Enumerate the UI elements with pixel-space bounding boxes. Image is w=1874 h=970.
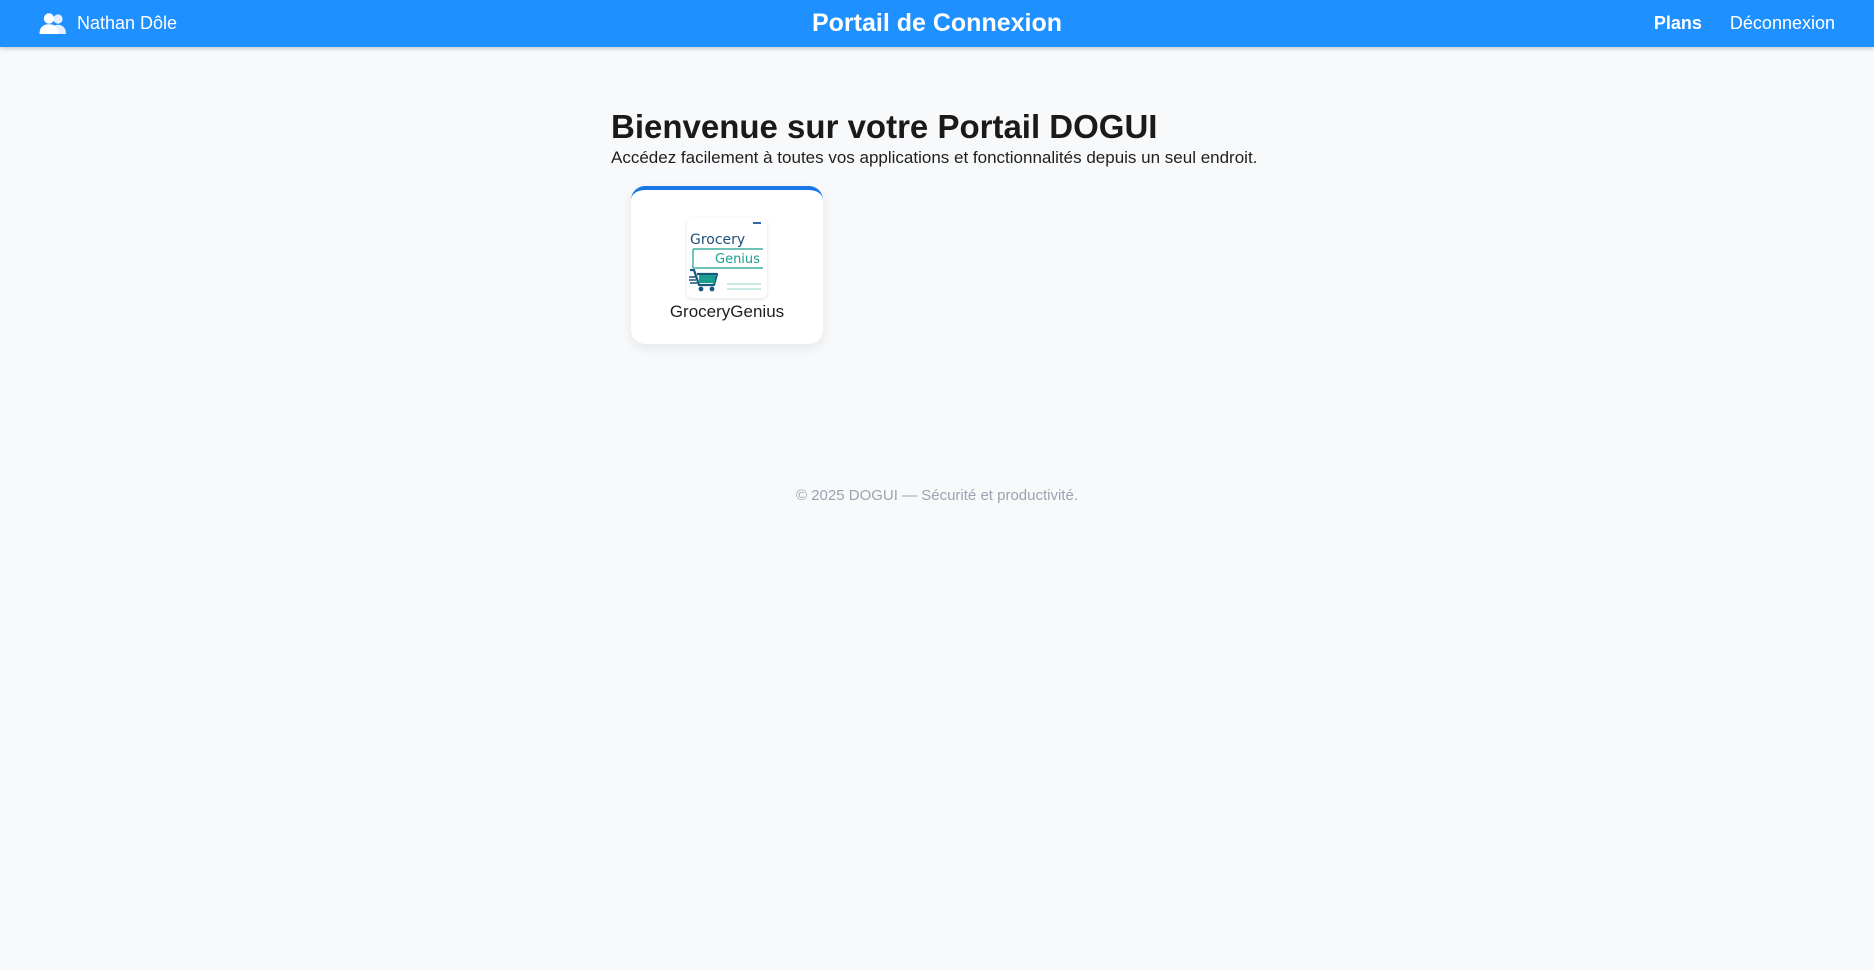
top-bar: Nathan Dôle Portail de Connexion Plans D… bbox=[0, 0, 1874, 47]
footer: © 2025 DOGUI — Sécurité et productivité. bbox=[795, 487, 1078, 504]
shopping-cart-icon: Grocery Genius bbox=[687, 218, 767, 298]
user-profile[interactable]: Nathan Dôle bbox=[39, 0, 177, 47]
logo-line1: Grocery bbox=[690, 232, 745, 248]
app-name: GroceryGenius bbox=[669, 302, 785, 321]
app-card-grocerygenius[interactable]: Grocery Genius GroceryGenius bbox=[631, 186, 823, 344]
logout-link[interactable]: Déconnexion bbox=[1730, 13, 1835, 34]
user-name: Nathan Dôle bbox=[77, 13, 178, 33]
welcome-subtitle: Accédez facilement à toutes vos applicat… bbox=[611, 148, 1258, 167]
grocerygenius-logo: Grocery Genius bbox=[687, 218, 767, 298]
top-nav: Plans Déconnexion bbox=[1654, 0, 1835, 47]
page-title: Portail de Connexion bbox=[811, 9, 1063, 37]
logo-line2: Genius bbox=[715, 252, 760, 267]
plans-link[interactable]: Plans bbox=[1654, 13, 1702, 34]
welcome-section: Bienvenue sur votre Portail DOGUI Accéde… bbox=[611, 108, 1257, 168]
users-icon bbox=[39, 12, 67, 35]
welcome-title: Bienvenue sur votre Portail DOGUI bbox=[611, 108, 1158, 145]
